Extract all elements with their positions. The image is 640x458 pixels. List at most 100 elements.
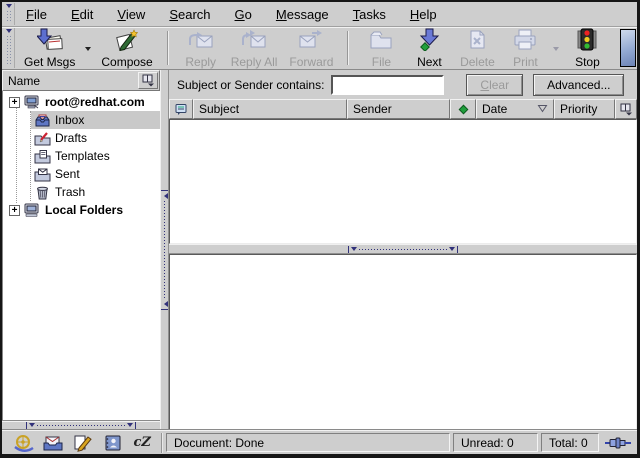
delete-button[interactable]: Delete (453, 28, 501, 68)
menubar-grip[interactable] (4, 3, 15, 25)
date-column-header[interactable]: Date (476, 99, 554, 119)
menu-message[interactable]: Message (268, 4, 337, 25)
menu-search[interactable]: Search (161, 4, 218, 25)
toolbar-separator (347, 31, 349, 65)
menu-tasks[interactable]: Tasks (345, 4, 394, 25)
dropdown-arrow-icon (553, 47, 559, 54)
account-row-local-folders[interactable]: + Local Folders (3, 201, 160, 219)
sort-descending-icon (537, 102, 548, 116)
compose-label: Compose (101, 55, 152, 69)
local-folders-icon (24, 203, 41, 218)
next-label: Next (417, 55, 442, 69)
priority-column-header[interactable]: Priority (554, 99, 615, 119)
print-button[interactable]: Print (501, 28, 549, 68)
folder-pane-header[interactable]: Name (2, 70, 160, 91)
priority-column-label: Priority (560, 102, 597, 116)
folder-row-trash[interactable]: Trash (31, 183, 160, 201)
folder-column-name: Name (8, 74, 40, 88)
reply-icon (188, 28, 214, 54)
reply-label: Reply (185, 55, 216, 69)
inbox-icon (34, 113, 51, 128)
advanced-button[interactable]: Advanced... (533, 74, 624, 96)
folder-row-drafts[interactable]: Drafts (31, 129, 160, 147)
account-label: Local Folders (45, 203, 123, 217)
component-bar: cZ (5, 433, 163, 453)
folder-pane-bottom-splitter[interactable] (2, 420, 160, 430)
folder-label: Drafts (55, 131, 87, 145)
tree-connector-line (16, 107, 17, 203)
account-row-root-redhat[interactable]: + root@redhat.com (3, 93, 160, 111)
mail-toolbar: Get Msgs Compose (2, 27, 637, 70)
next-icon (416, 28, 442, 54)
stop-label: Stop (575, 55, 600, 69)
next-button[interactable]: Next (405, 28, 453, 68)
compose-icon (114, 28, 140, 54)
delete-label: Delete (460, 55, 495, 69)
clear-button[interactable]: Clear (466, 74, 523, 96)
subject-column-header[interactable]: Subject (193, 99, 347, 119)
get-msgs-dropdown[interactable] (81, 28, 95, 68)
menu-go[interactable]: Go (227, 4, 260, 25)
navigator-wheel-icon (13, 434, 35, 452)
dropdown-arrow-icon (85, 47, 91, 54)
address-book-button[interactable] (100, 433, 126, 452)
file-button[interactable]: File (357, 28, 405, 68)
mail-client-window: File Edit View Search Go Message Tasks H… (0, 0, 640, 458)
menu-file[interactable]: File (18, 4, 55, 25)
folder-label: Sent (55, 167, 80, 181)
irc-chat-button[interactable]: cZ (129, 433, 155, 452)
forward-label: Forward (289, 55, 333, 69)
splitter-grippy (161, 190, 168, 310)
thread-column-headers: Subject Sender Date (169, 99, 637, 119)
reply-button[interactable]: Reply (177, 28, 225, 68)
folder-label: Inbox (55, 113, 84, 127)
mail-icon (42, 434, 64, 452)
folder-row-templates[interactable]: Templates (31, 147, 160, 165)
quick-search-bar: Subject or Sender contains: Clear Advanc… (169, 70, 637, 99)
folder-row-inbox[interactable]: Inbox (31, 111, 160, 129)
message-pane-splitter[interactable] (169, 244, 637, 254)
document-status: Document: Done (166, 433, 450, 452)
thread-column-picker-button[interactable] (615, 99, 637, 119)
sender-column-label: Sender (353, 102, 392, 116)
navigator-button[interactable] (11, 433, 37, 452)
composer-component-button[interactable] (70, 433, 96, 452)
folder-pane-splitter[interactable] (160, 70, 169, 430)
menu-edit[interactable]: Edit (63, 4, 101, 25)
toolbar-separator (167, 31, 169, 65)
get-msgs-label: Get Msgs (24, 55, 75, 69)
unread-count-text: Unread: 0 (461, 436, 514, 450)
mail-component-button[interactable] (40, 433, 66, 452)
toolbar-grip[interactable] (4, 28, 15, 68)
subject-column-label: Subject (199, 102, 239, 116)
throbber[interactable] (620, 29, 636, 67)
message-preview-pane[interactable] (169, 254, 637, 430)
splitter-grippy (26, 421, 136, 430)
print-dropdown[interactable] (549, 28, 563, 68)
stop-button[interactable]: Stop (563, 28, 611, 68)
delete-icon (464, 28, 490, 54)
folder-column-picker-button[interactable] (138, 72, 158, 89)
reply-all-icon (241, 28, 267, 54)
get-msgs-button[interactable]: Get Msgs (18, 28, 81, 68)
trash-icon (34, 185, 51, 200)
compose-button[interactable]: Compose (95, 28, 158, 68)
print-icon (512, 28, 538, 54)
sender-column-header[interactable]: Sender (347, 99, 450, 119)
message-list[interactable] (169, 119, 637, 244)
folder-tree: + root@redhat.com (2, 91, 160, 420)
unread-column-header[interactable] (450, 99, 476, 119)
forward-button[interactable]: Forward (283, 28, 339, 68)
folder-row-sent[interactable]: Sent (31, 165, 160, 183)
sent-icon (34, 167, 51, 182)
search-input[interactable] (331, 75, 444, 95)
drafts-icon (34, 131, 51, 146)
online-status[interactable] (602, 433, 634, 452)
menu-view[interactable]: View (109, 4, 153, 25)
expand-twisty[interactable]: + (9, 205, 20, 216)
reply-all-button[interactable]: Reply All (225, 28, 284, 68)
menu-help[interactable]: Help (402, 4, 445, 25)
thread-column-button[interactable] (169, 99, 193, 119)
message-area: Subject or Sender contains: Clear Advanc… (169, 70, 637, 430)
expand-twisty[interactable]: + (9, 97, 20, 108)
